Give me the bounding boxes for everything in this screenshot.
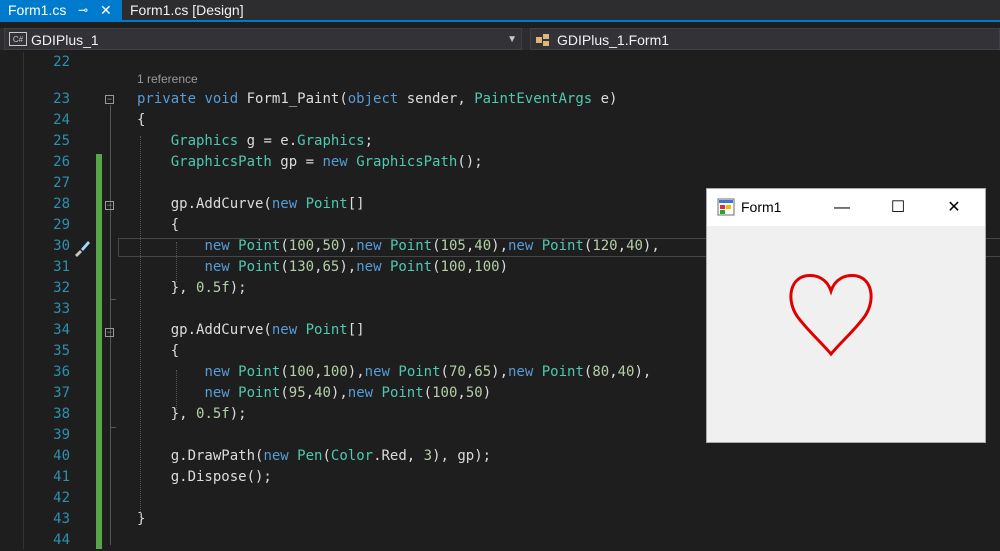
code-line[interactable]: Graphics g = e.Graphics; [137,131,373,152]
form1-window[interactable]: Form1 — ☐ ✕ [706,188,986,443]
line-number: 26 [53,154,70,170]
maximize-icon[interactable]: ☐ [875,189,921,226]
line-number: 43 [53,511,70,527]
line-number: 38 [53,406,70,422]
line-number: 33 [53,301,70,317]
quick-actions-brush-icon[interactable] [72,238,92,258]
code-line[interactable]: private void Form1_Paint(object sender, … [137,89,618,110]
line-number: 30 [53,238,70,254]
line-number: 44 [53,532,70,548]
line-number: 37 [53,385,70,401]
collapse-icon[interactable]: − [105,95,114,104]
code-line[interactable]: new Point(100,50),new Point(105,40),new … [137,236,659,257]
line-number: 29 [53,217,70,233]
line-number: 27 [53,175,70,191]
code-line[interactable]: { [137,110,145,131]
indent-guide [176,242,177,282]
code-line[interactable]: GraphicsPath gp = new GraphicsPath(); [137,152,483,173]
heart-curve [789,274,873,357]
close-icon[interactable]: ✕ [931,189,977,226]
tab-form1-cs[interactable]: Form1.cs ⊸ ✕ [0,0,122,20]
code-line[interactable]: }, 0.5f); [137,404,247,425]
line-number: 31 [53,259,70,275]
line-number: 34 [53,322,70,338]
code-line[interactable]: g.Dispose(); [137,467,272,488]
line-number: 39 [53,427,70,443]
code-line[interactable]: new Point(100,100),new Point(70,65),new … [137,362,651,383]
code-line[interactable]: new Point(130,65),new Point(100,100) [137,257,508,278]
chevron-down-icon[interactable]: ▼ [507,29,517,51]
document-tab-strip: Form1.cs ⊸ ✕ Form1.cs [Design] [0,0,1000,22]
close-tab-icon[interactable]: ✕ [100,0,112,20]
heart-drawing [789,274,873,357]
code-line[interactable]: g.DrawPath(new Pen(Color.Red, 3), gp); [137,446,491,467]
collapse-icon[interactable]: − [105,201,114,210]
code-line[interactable]: gp.AddCurve(new Point[] [137,320,365,341]
change-tracking-bar [96,154,102,549]
project-name: GDIPlus_1 [31,32,99,48]
line-number: 25 [53,133,70,149]
fold-end-mark [110,427,116,428]
codelens-reference[interactable]: 1 reference [137,72,198,86]
class-icon [536,34,549,46]
indent-guide [176,370,177,410]
tab-form1-design[interactable]: Form1.cs [Design] [122,0,262,20]
navigation-bar: C# GDIPlus_1 ▼ GDIPlus_1.Form1 [0,28,1000,50]
fold-end-mark [110,299,116,300]
csharp-project-icon: C# [9,32,27,46]
pin-icon[interactable]: ⊸ [78,0,88,20]
code-line[interactable]: } [137,509,145,530]
line-number: 35 [53,343,70,359]
code-line[interactable]: { [137,215,179,236]
class-name: GDIPlus_1.Form1 [557,32,670,48]
minimize-icon[interactable]: — [819,189,865,226]
line-number: 24 [53,112,70,128]
indent-guide [140,136,141,516]
class-dropdown[interactable]: GDIPlus_1.Form1 [530,28,1000,50]
line-number: 32 [53,280,70,296]
outline-guide [110,105,111,545]
form-app-icon [717,198,735,216]
form-title-bar[interactable]: Form1 — ☐ ✕ [707,189,985,226]
collapse-icon[interactable]: − [105,328,114,337]
line-number: 23 [53,91,70,107]
form-title: Form1 [741,199,782,215]
project-dropdown[interactable]: C# GDIPlus_1 ▼ [4,28,522,50]
line-number: 22 [53,54,70,70]
code-line[interactable]: }, 0.5f); [137,278,247,299]
line-number: 41 [53,469,70,485]
tab-label: Form1.cs [8,2,67,18]
tab-label: Form1.cs [Design] [130,2,244,18]
line-number: 36 [53,364,70,380]
line-number: 28 [53,196,70,212]
code-line[interactable]: new Point(95,40),new Point(100,50) [137,383,491,404]
line-number: 40 [53,448,70,464]
code-line[interactable]: { [137,341,179,362]
line-number: 42 [53,490,70,506]
code-line[interactable]: gp.AddCurve(new Point[] [137,194,365,215]
